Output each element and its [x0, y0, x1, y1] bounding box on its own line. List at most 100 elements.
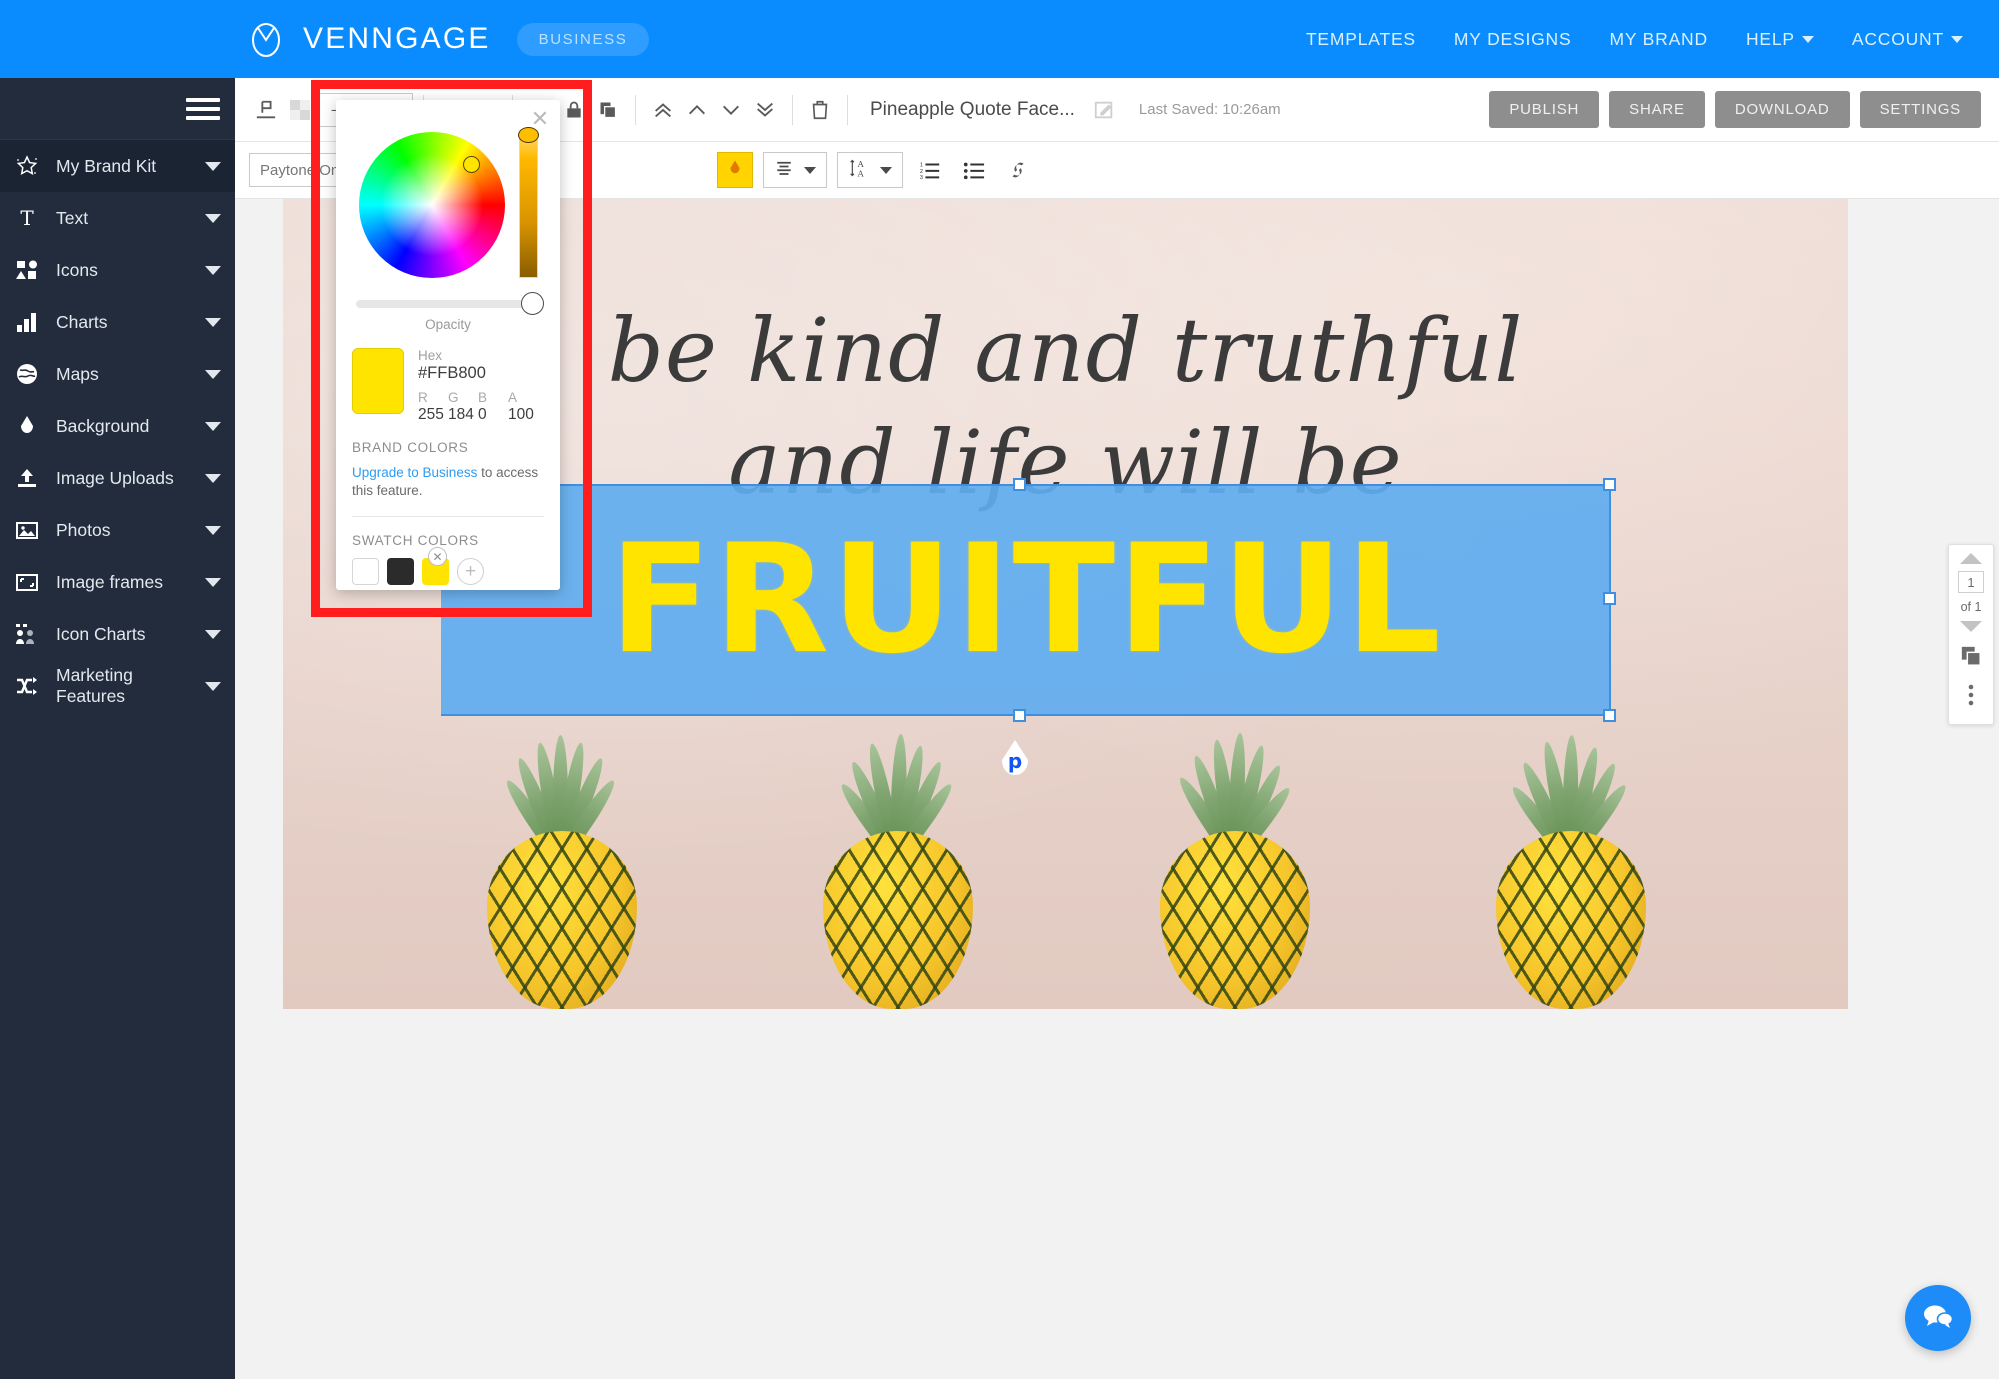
chevron-up-double-icon[interactable]: [646, 93, 680, 127]
sidebar-item-image-frames[interactable]: Image frames: [0, 556, 235, 608]
droplet-color-icon: [726, 158, 744, 183]
text-align-dropdown[interactable]: [763, 152, 827, 188]
chevron-down-icon[interactable]: [205, 213, 221, 223]
chevron-down-icon[interactable]: [205, 265, 221, 275]
triangle-up-icon[interactable]: [1960, 553, 1982, 564]
nav-item-help[interactable]: HELP: [1746, 29, 1814, 50]
paint-droplet-marker-icon[interactable]: p: [997, 739, 1033, 781]
selection-handle-right[interactable]: [1603, 592, 1616, 605]
channel-value-g[interactable]: 184: [448, 406, 478, 424]
link-chain-icon[interactable]: [1001, 153, 1035, 187]
selection-handle-top-right[interactable]: [1603, 478, 1616, 491]
numbered-list-icon[interactable]: 123: [913, 153, 947, 187]
chevron-down-icon[interactable]: [205, 369, 221, 379]
channel-value-a[interactable]: 100: [508, 406, 544, 424]
text-color-picker-button[interactable]: [717, 152, 753, 188]
bullet-list-icon[interactable]: [957, 153, 991, 187]
opacity-slider[interactable]: [356, 292, 544, 315]
chevron-down-icon[interactable]: [205, 317, 221, 327]
color-wheel-handle[interactable]: [462, 156, 480, 173]
chevron-down-icon: [1951, 35, 1963, 43]
chevron-down-icon[interactable]: [714, 93, 748, 127]
nav-label: TEMPLATES: [1305, 28, 1416, 49]
swatch-white[interactable]: [352, 558, 379, 586]
align-object-icon[interactable]: [249, 93, 283, 127]
sidebar-item-label: Image Uploads: [56, 467, 174, 488]
sidebar-item-image-uploads[interactable]: Image Uploads: [0, 452, 235, 504]
color-values-row: Hex #FFB800 R G B A 255 184 0 100: [352, 348, 544, 424]
chevron-down-icon[interactable]: [205, 473, 221, 483]
hamburger-menu-icon[interactable]: [186, 93, 220, 125]
chevron-down-icon[interactable]: [205, 421, 221, 431]
upgrade-to-business-link[interactable]: Upgrade to Business: [352, 465, 477, 480]
duplicate-page-icon[interactable]: [1960, 645, 1982, 672]
luminance-slider[interactable]: [517, 127, 539, 278]
brand-colors-title: BRAND COLORS: [352, 440, 469, 455]
channel-value-b[interactable]: 0: [478, 406, 508, 424]
pencil-edit-icon[interactable]: [1087, 93, 1121, 127]
sidebar-item-label: My Brand Kit: [56, 155, 157, 176]
hex-value-input[interactable]: #FFB800: [418, 364, 544, 383]
settings-button[interactable]: SETTINGS: [1859, 91, 1981, 128]
svg-text:p: p: [1008, 749, 1022, 773]
color-wheel[interactable]: [358, 132, 505, 278]
sidebar-item-text[interactable]: T Text: [0, 192, 235, 244]
sidebar-item-maps[interactable]: Maps: [0, 348, 235, 400]
brand-logo-group[interactable]: VENNGAGE BUSINESS: [245, 18, 650, 60]
swatch-colors-row: + ✕: [352, 547, 544, 586]
sidebar-item-marketing-features[interactable]: Marketing Features: [0, 660, 235, 712]
share-button[interactable]: SHARE: [1609, 91, 1705, 128]
publish-button[interactable]: PUBLISH: [1489, 91, 1600, 128]
sidebar-item-my-brand-kit[interactable]: My Brand Kit: [0, 140, 235, 192]
trash-icon[interactable]: [803, 93, 837, 127]
sidebar-item-label: Icon Charts: [56, 623, 146, 644]
lock-icon[interactable]: [557, 93, 591, 127]
color-picker-popup[interactable]: ✕ Opacity Hex #FFB800 R G B A 255 184 0 …: [336, 100, 560, 590]
svg-text:2: 2: [920, 169, 923, 175]
chevron-down-icon[interactable]: [205, 681, 221, 691]
line-spacing-dropdown[interactable]: AA: [837, 152, 903, 188]
brand-colors-upsell: Upgrade to Business to access this featu…: [352, 464, 544, 500]
chevron-down-icon[interactable]: [205, 629, 221, 639]
popup-divider: [352, 516, 544, 518]
nav-item-my-designs[interactable]: MY DESIGNS: [1454, 29, 1572, 50]
nav-item-my-brand[interactable]: MY BRAND: [1609, 29, 1707, 50]
chevron-up-icon[interactable]: [680, 93, 714, 127]
nav-item-account[interactable]: ACCOUNT: [1852, 29, 1963, 50]
line-spacing-icon: AA: [848, 158, 870, 183]
chevron-down-icon[interactable]: [205, 161, 221, 171]
plus-circle-icon[interactable]: +: [457, 558, 484, 586]
sidebar-item-icons[interactable]: Icons: [0, 244, 235, 296]
page-number-input[interactable]: 1: [1958, 571, 1984, 593]
opacity-slider-handle[interactable]: [521, 292, 544, 315]
chevron-down-icon[interactable]: [205, 577, 221, 587]
more-vertical-dots-icon[interactable]: [1967, 683, 1975, 712]
headline-text: FRUITFUL: [609, 513, 1443, 687]
globe-icon: [14, 361, 40, 387]
channel-head-r: R: [418, 390, 428, 405]
chevron-down-icon: [880, 166, 892, 174]
people-chart-icon: [14, 621, 40, 647]
triangle-down-icon[interactable]: [1960, 621, 1982, 632]
selection-handle-bottom-right[interactable]: [1603, 709, 1616, 722]
selection-handle-bottom[interactable]: [1013, 709, 1026, 722]
sidebar-item-background[interactable]: Background: [0, 400, 235, 452]
headline-text-block[interactable]: FRUITFUL: [441, 484, 1611, 716]
checkerboard-transparency-icon[interactable]: [283, 93, 317, 127]
pineapple-body: [487, 831, 638, 1009]
sidebar-item-photos[interactable]: Photos: [0, 504, 235, 556]
sidebar-item-charts[interactable]: Charts: [0, 296, 235, 348]
document-title[interactable]: Pineapple Quote Face...: [870, 99, 1075, 121]
selection-handle-top[interactable]: [1013, 478, 1026, 491]
swatch-black[interactable]: [387, 558, 414, 586]
nav-item-templates[interactable]: TEMPLATES: [1306, 29, 1416, 50]
chevron-down-double-icon[interactable]: [748, 93, 782, 127]
luminance-slider-handle[interactable]: [517, 127, 539, 143]
copy-icon[interactable]: [591, 93, 625, 127]
chat-support-button[interactable]: [1905, 1285, 1971, 1351]
channel-value-r[interactable]: 255: [418, 406, 448, 424]
last-saved-status: Last Saved: 10:26am: [1138, 101, 1281, 118]
download-button[interactable]: DOWNLOAD: [1714, 91, 1850, 128]
chevron-down-icon[interactable]: [205, 525, 221, 535]
sidebar-item-icon-charts[interactable]: Icon Charts: [0, 608, 235, 660]
